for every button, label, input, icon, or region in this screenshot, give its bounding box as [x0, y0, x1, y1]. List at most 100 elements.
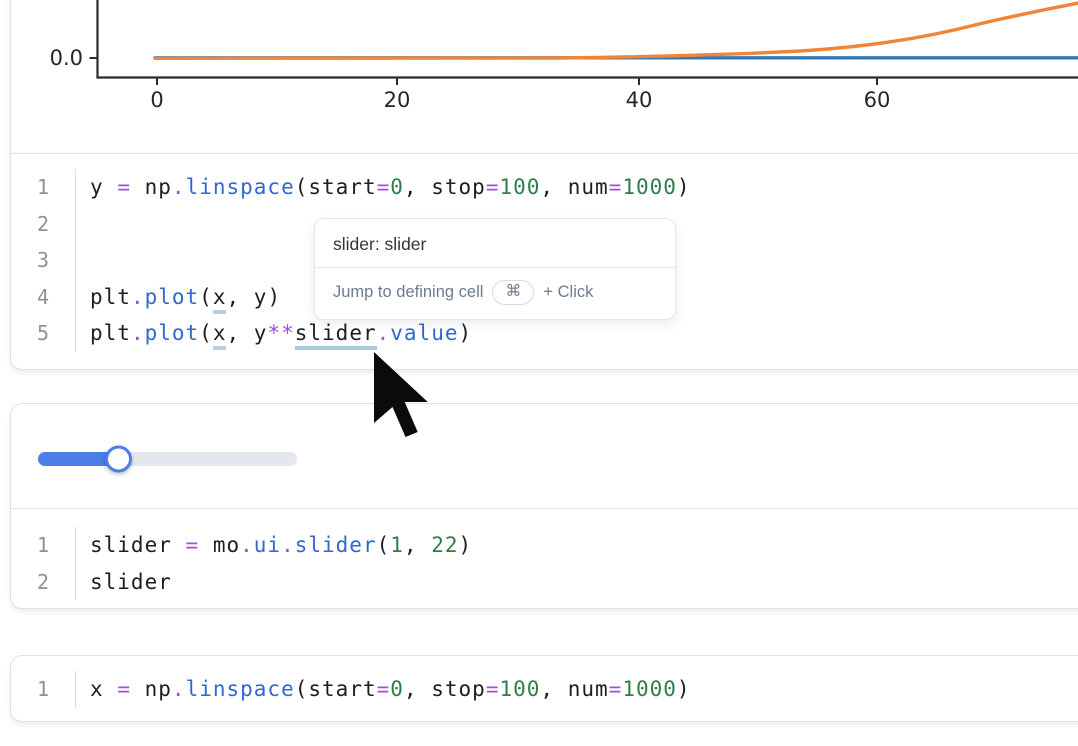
code-line[interactable]: 1slider = mo.ui.slider(1, 22) [11, 527, 1078, 564]
code-token: = [377, 175, 391, 199]
code-token: 0 [390, 175, 404, 199]
code-line[interactable]: 5plt.plot(x, y**slider.value) [11, 315, 1078, 352]
code-token: slider [295, 533, 377, 557]
cursor-arrow [374, 352, 428, 437]
code-token: . [172, 677, 186, 701]
code-token [104, 175, 118, 199]
code-token: 1000 [622, 175, 677, 199]
code-token: ( [295, 677, 309, 701]
code-token: = [609, 677, 623, 701]
code-editor-x[interactable]: 1x = np.linspace(start=0, stop=100, num=… [11, 656, 1078, 722]
code-line-text[interactable] [76, 242, 104, 279]
code-token: ) [459, 533, 473, 557]
code-token: . [281, 533, 295, 557]
code-token: stop [431, 175, 486, 199]
line-number: 1 [11, 671, 76, 708]
code-token: , [540, 677, 554, 701]
x-tick-label: 60 [864, 88, 891, 112]
code-line-text[interactable]: x = np.linspace(start=0, stop=100, num=1… [76, 671, 691, 708]
code-token: y [90, 175, 104, 199]
code-token: ) [677, 175, 691, 199]
variable-tooltip: slider: slider Jump to defining cell ⌘ +… [314, 218, 676, 320]
line-number: 2 [11, 564, 76, 601]
code-token: 0 [390, 677, 404, 701]
code-token: , [404, 677, 418, 701]
code-token [418, 175, 432, 199]
code-token: start [308, 677, 376, 701]
code-token: . [172, 175, 186, 199]
code-token: plt [90, 321, 131, 345]
code-token: = [609, 175, 623, 199]
code-token: plot [145, 285, 200, 309]
code-token [418, 533, 432, 557]
code-token: np [145, 677, 172, 701]
code-token [554, 677, 568, 701]
tooltip-click-text: + Click [543, 278, 593, 306]
code-token: , [226, 285, 240, 309]
code-token: ( [377, 533, 391, 557]
x-tick-label: 20 [384, 88, 411, 112]
code-token [172, 533, 186, 557]
code-token: , [226, 321, 240, 345]
code-token [104, 677, 118, 701]
code-token: num [568, 175, 609, 199]
code-token [131, 175, 145, 199]
cross-cell-variable[interactable]: x [213, 285, 227, 314]
code-token: = [117, 175, 131, 199]
code-token [240, 285, 254, 309]
code-line-text[interactable]: plt.plot(x, y) [76, 279, 281, 316]
code-line-text[interactable]: slider = mo.ui.slider(1, 22) [76, 527, 472, 564]
code-token: . [131, 321, 145, 345]
code-token: . [131, 285, 145, 309]
x-tick-label: 0 [150, 88, 163, 112]
code-line-text[interactable]: y = np.linspace(start=0, stop=100, num=1… [76, 169, 691, 206]
code-token: slider [90, 533, 172, 557]
code-token: 22 [431, 533, 458, 557]
tooltip-title: slider: slider [315, 219, 675, 267]
code-token: slider [90, 570, 172, 594]
code-line[interactable]: 1y = np.linspace(start=0, stop=100, num=… [11, 169, 1078, 206]
code-token: np [145, 175, 172, 199]
code-token: ** [267, 321, 294, 345]
line-number: 1 [11, 169, 76, 206]
slider-handle[interactable] [105, 446, 132, 473]
code-token: plot [145, 321, 200, 345]
chart-output: 0.0 0 20 40 60 [11, 0, 1078, 153]
code-line-text[interactable]: slider [76, 564, 172, 601]
code-token: 100 [499, 175, 540, 199]
code-token: , [540, 175, 554, 199]
code-token: 100 [499, 677, 540, 701]
line-number: 3 [11, 242, 76, 279]
code-token: linspace [186, 175, 295, 199]
slider-output [11, 404, 1078, 508]
tooltip-hint-text: Jump to defining cell [333, 278, 483, 306]
y-tick-label: 0.0 [50, 46, 83, 70]
code-token: ( [199, 285, 213, 309]
cross-cell-variable[interactable]: x [213, 321, 227, 350]
code-token: = [486, 677, 500, 701]
code-line-text[interactable] [76, 206, 104, 243]
tooltip-hint-row: Jump to defining cell ⌘ + Click [315, 268, 675, 319]
command-key-badge: ⌘ [492, 280, 534, 305]
code-line[interactable]: 1x = np.linspace(start=0, stop=100, num=… [11, 671, 1078, 708]
code-token: y [254, 321, 268, 345]
code-token: num [568, 677, 609, 701]
code-editor-slider[interactable]: 1slider = mo.ui.slider(1, 22)2 slider [11, 509, 1078, 608]
code-token: . [377, 321, 391, 345]
cell-slider: 1slider = mo.ui.slider(1, 22)2 slider [10, 403, 1078, 609]
code-token: ( [295, 175, 309, 199]
x-tick-label: 40 [626, 88, 653, 112]
line-number: 5 [11, 315, 76, 352]
code-token: y [254, 285, 268, 309]
code-token [199, 533, 213, 557]
code-token: ) [458, 321, 472, 345]
code-token: stop [431, 677, 486, 701]
code-line[interactable]: 2 slider [11, 564, 1078, 601]
cell-x: 1x = np.linspace(start=0, stop=100, num=… [10, 655, 1078, 722]
code-token: = [117, 677, 131, 701]
slider-track[interactable] [38, 452, 297, 466]
code-token: value [390, 321, 458, 345]
code-token [240, 321, 254, 345]
code-token: ) [677, 677, 691, 701]
code-token: ( [199, 321, 213, 345]
